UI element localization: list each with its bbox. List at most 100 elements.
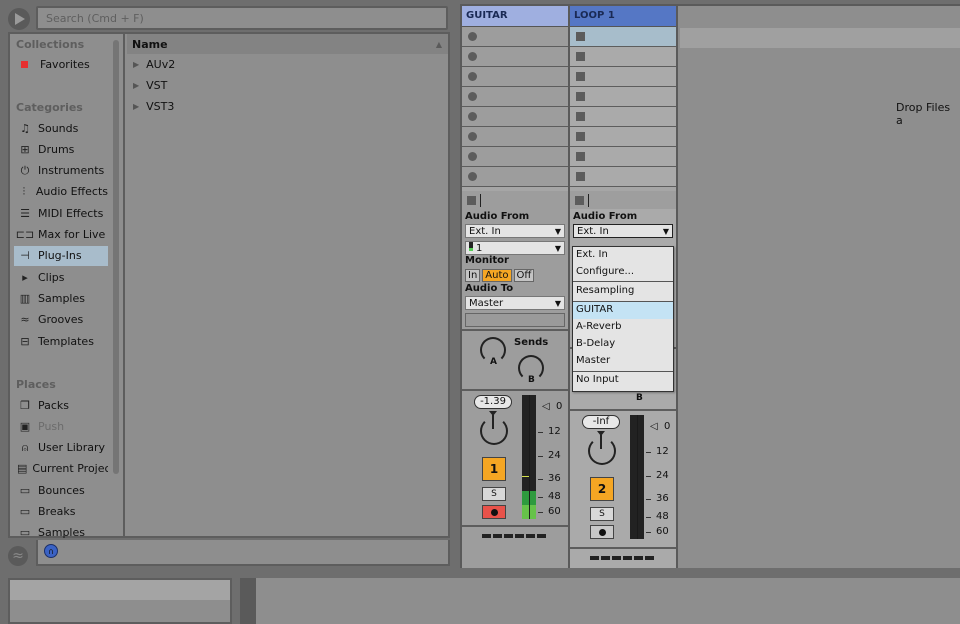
sidebar-scrollbar[interactable] (113, 40, 119, 474)
io-section: Audio From Ext. In ▼ (570, 209, 676, 240)
volume-fader-icon[interactable]: ◁ (650, 421, 658, 432)
track-guitar: GUITAR Audio From Ext. In ▼ 1 ▼ Monitor In… (462, 6, 568, 568)
clip-slot[interactable] (462, 167, 568, 187)
pan-knob[interactable] (480, 417, 508, 445)
track-activator-button[interactable]: 2 (590, 477, 614, 501)
sidebar-item-clips[interactable]: ▸ Clips (14, 267, 108, 287)
menu-item-ext-in[interactable]: Ext. In (573, 247, 673, 264)
list-item[interactable]: ▶ AUv2 (127, 54, 448, 75)
volume-value[interactable]: -1.39 (474, 395, 512, 409)
sidebar-item-label: User Library (38, 441, 106, 455)
clip-slot[interactable] (570, 127, 676, 147)
clip-slot[interactable] (570, 87, 676, 107)
track-activator-button[interactable]: 1 (482, 457, 506, 481)
sidebar-item-current-project[interactable]: ▤ Current Project (14, 459, 108, 479)
expand-arrow-icon[interactable]: ▶ (133, 102, 139, 111)
audio-from-select[interactable]: Ext. In ▼ (573, 224, 673, 238)
stop-slot-icon (576, 52, 585, 61)
crossfade-assign[interactable] (462, 525, 568, 545)
drop-area[interactable] (678, 6, 960, 568)
menu-item-guitar[interactable]: GUITAR (573, 302, 673, 319)
sidebar-item-label: Templates (38, 334, 94, 348)
sidebar-item-instruments[interactable]: ⏻ Instruments (14, 161, 108, 181)
record-icon (490, 508, 498, 516)
solo-button[interactable]: S (590, 507, 614, 521)
list-item[interactable]: ▶ VST3 (127, 96, 448, 117)
pan-knob[interactable] (588, 437, 616, 465)
track-title[interactable]: GUITAR (462, 6, 568, 27)
clip-slot[interactable] (462, 87, 568, 107)
clip-slot[interactable] (462, 27, 568, 47)
monitor-off-button[interactable]: Off (513, 269, 535, 282)
menu-item-b-delay[interactable]: B-Delay (573, 336, 673, 353)
clip-slot[interactable] (462, 107, 568, 127)
level-meter (522, 395, 536, 519)
sidebar-item-push[interactable]: ▣ Push (14, 416, 108, 436)
clip-slot[interactable] (570, 27, 676, 47)
sidebar-item-audio-effects[interactable]: ⫶ Audio Effects (14, 182, 108, 202)
clip-slot[interactable] (462, 127, 568, 147)
sidebar-item-label: Breaks (38, 505, 76, 518)
scale-label: 60 (548, 506, 561, 517)
sidebar-item-templates[interactable]: ⊟ Templates (14, 331, 108, 351)
list-header-name[interactable]: Name ▲ (127, 34, 448, 54)
stop-slot-icon (576, 132, 585, 141)
scale-tick (538, 432, 543, 433)
menu-item-no-input[interactable]: No Input (573, 372, 673, 389)
arm-button[interactable] (482, 505, 506, 519)
sidebar-item-packs[interactable]: ❐ Packs (14, 395, 108, 415)
meter-scale: ◁ 0 12 24 36 48 60 (646, 415, 676, 539)
volume-fader-icon[interactable]: ◁ (542, 401, 550, 412)
sidebar-item-user-library[interactable]: ⍝ User Library (14, 438, 108, 458)
sidebar-item-midi-effects[interactable]: ☰ MIDI Effects (14, 203, 108, 223)
search-input[interactable]: Search (Cmd + F) (36, 6, 448, 30)
track-title[interactable]: LOOP 1 (570, 6, 676, 27)
arm-button[interactable] (590, 525, 614, 539)
menu-item-resampling[interactable]: Resampling (573, 282, 673, 301)
groove-pool-icon[interactable]: ≈ (8, 546, 28, 566)
scale-tick (538, 479, 543, 480)
record-slot-icon (468, 112, 477, 121)
list-item[interactable]: ▶ VST (127, 75, 448, 96)
clip-slot[interactable] (462, 67, 568, 87)
sidebar-item-max-for-live[interactable]: ⊏⊐ Max for Live (14, 225, 108, 245)
volume-value[interactable]: -Inf (582, 415, 620, 429)
sidebar-item-drums[interactable]: ⊞ Drums (14, 139, 108, 159)
sidebar-item-sounds[interactable]: ♫ Sounds (14, 118, 108, 138)
sidebar-item-plug-ins[interactable]: ⊣ Plug-Ins (14, 245, 108, 266)
audio-to-select[interactable]: Master ▼ (465, 296, 565, 310)
clip-slot[interactable] (570, 47, 676, 67)
browser-toggle-button[interactable] (8, 8, 30, 30)
preview-headphones-icon[interactable]: ∩ (44, 544, 58, 558)
input-channel-select[interactable]: 1 ▼ (465, 241, 565, 255)
scale-label: 36 (548, 473, 561, 484)
sidebar-item-breaks[interactable]: ▭ Breaks (14, 502, 108, 522)
menu-item-configure[interactable]: Configure... (573, 264, 673, 281)
sidebar-item-favorites[interactable]: Favorites (14, 54, 108, 74)
list-item-label: VST3 (146, 100, 175, 113)
expand-arrow-icon[interactable]: ▶ (133, 81, 139, 90)
clip-slot[interactable] (570, 147, 676, 167)
clip-slot[interactable] (462, 47, 568, 67)
solo-button[interactable]: S (482, 487, 506, 501)
expand-arrow-icon[interactable]: ▶ (133, 60, 139, 69)
stop-clips-button[interactable] (570, 187, 676, 209)
audio-from-select[interactable]: Ext. In ▼ (465, 224, 565, 238)
sidebar-item-grooves[interactable]: ≈ Grooves (14, 310, 108, 330)
sidebar-item-samples[interactable]: ▥ Samples (14, 288, 108, 308)
monitor-in-button[interactable]: In (465, 269, 481, 282)
output-channel-box[interactable] (465, 313, 565, 327)
menu-item-a-reverb[interactable]: A-Reverb (573, 319, 673, 336)
clip-slot[interactable] (462, 147, 568, 167)
clip-slot[interactable] (570, 107, 676, 127)
sidebar-item-label: Sounds (38, 121, 79, 135)
sidebar-item-label: Clips (38, 270, 65, 284)
crossfade-assign[interactable] (570, 547, 676, 567)
monitor-auto-button[interactable]: Auto (482, 269, 512, 282)
clip-slot[interactable] (570, 167, 676, 187)
menu-item-master[interactable]: Master (573, 353, 673, 370)
sidebar-item-label: Bounces (38, 483, 85, 497)
clip-slot[interactable] (570, 67, 676, 87)
sidebar-item-bounces[interactable]: ▭ Bounces (14, 480, 108, 500)
stop-clips-button[interactable] (462, 187, 568, 209)
